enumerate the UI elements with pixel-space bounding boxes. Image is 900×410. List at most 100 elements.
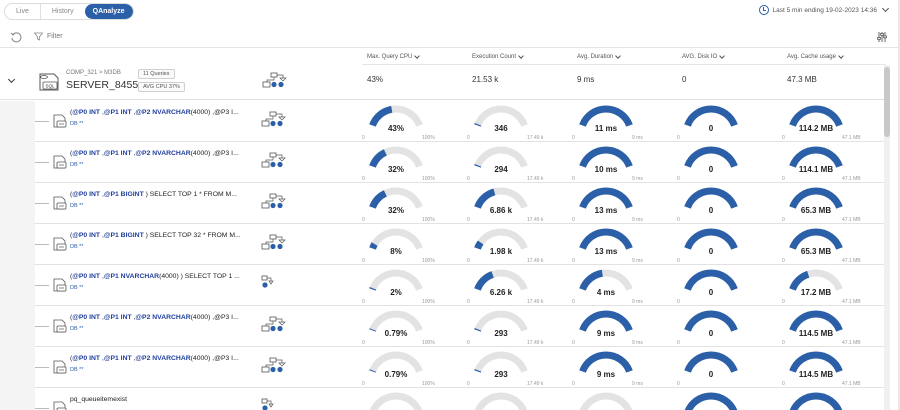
query-text[interactable]: (@P0 INT ,@P1 INT ,@P2 NVARCHAR(4000) ,@… xyxy=(70,314,239,321)
svg-text:SQL: SQL xyxy=(45,84,55,89)
tree-connector xyxy=(35,408,49,409)
query-plan-icon[interactable] xyxy=(261,316,287,334)
query-text[interactable]: (@P0 INT ,@P1 INT ,@P2 NVARCHAR(4000) ,@… xyxy=(70,150,239,157)
gauge-min: 0 xyxy=(467,258,470,264)
gauge-min: 0 xyxy=(677,176,680,182)
query-plan-icon[interactable] xyxy=(261,111,287,129)
query-text[interactable]: (@P0 INT ,@P1 INT ,@P2 NVARCHAR(4000) ,@… xyxy=(70,355,239,362)
duration-gauge: 9 ms 0 9 ms xyxy=(572,350,672,388)
gauge-value: 10 ms xyxy=(594,165,618,174)
query-text[interactable]: pq_queueitemexist xyxy=(70,396,127,403)
disk-io-gauge: 00 xyxy=(677,145,777,183)
gauge-value: 0 xyxy=(708,124,714,133)
query-plan-icon[interactable] xyxy=(261,357,287,375)
query-row[interactable]: (@P0 INT ,@P1 BIGINT ) SELECT TOP 1 * FR… xyxy=(35,183,884,224)
gauge-value: 1.98 k xyxy=(489,247,513,256)
gauge-max: 47.1 MB xyxy=(842,135,861,141)
query-text[interactable]: (@P0 INT ,@P1 BIGINT ) SELECT TOP 32 * F… xyxy=(70,232,241,239)
column-header-avg-disk-io[interactable]: AVG. Disk IO xyxy=(682,50,726,64)
time-range-picker[interactable]: Last 5 min ending 19-02-2023 14:36 xyxy=(758,4,890,15)
query-plan-icon[interactable] xyxy=(261,275,275,291)
gauge-fill xyxy=(579,146,633,168)
query-plan-icon[interactable] xyxy=(262,72,288,90)
gauge-fill xyxy=(684,146,738,168)
cache-gauge: 114.5 MB 0 47.1 MB xyxy=(782,309,882,347)
gauge-value: 114.5 MB xyxy=(798,370,834,379)
column-header-execution-count[interactable]: Execution Count xyxy=(472,50,524,64)
chevron-down-icon xyxy=(881,4,890,13)
server-path: COMP_321 > M3DB xyxy=(66,70,121,76)
exec-count-gauge: 293 0 17.49 k xyxy=(467,309,567,347)
query-row[interactable]: (@P0 INT ,@P1 INT ,@P2 NVARCHAR(4000) ,@… xyxy=(35,347,884,388)
cpu-gauge: 43% 0 100% xyxy=(362,104,462,142)
tab-live[interactable]: Live xyxy=(5,4,41,19)
gauge-value: 6.26 k xyxy=(489,288,513,297)
tree-connector xyxy=(35,121,49,122)
duration-gauge: 9 ms 0 9 ms xyxy=(572,309,672,347)
tree-connector xyxy=(35,285,49,286)
query-plan-icon[interactable] xyxy=(261,193,287,211)
column-header-avg-cache-usage[interactable]: Avg. Cache usage xyxy=(787,50,844,64)
column-label: AVG. Disk IO xyxy=(682,54,718,60)
gauge-fill xyxy=(684,187,738,209)
column-header-max-query-cpu[interactable]: Max. Query CPU xyxy=(367,50,421,64)
cpu-gauge: 8% 0 100% xyxy=(362,227,462,265)
cache-gauge xyxy=(782,391,882,410)
cache-gauge: 17.2 MB 0 47.1 MB xyxy=(782,268,882,306)
gauge-min: 0 xyxy=(572,299,575,305)
query-plan-icon[interactable] xyxy=(261,152,287,170)
gauge-max: 9 ms xyxy=(632,258,643,264)
gauge-max: 9 ms xyxy=(632,135,643,141)
query-text[interactable]: (@P0 INT ,@P1 INT ,@P2 NVARCHAR(4000) ,@… xyxy=(70,109,239,116)
gauge-value: 32% xyxy=(387,165,404,174)
gauge-fill xyxy=(684,105,738,127)
gauge-min: 0 xyxy=(572,258,575,264)
query-row[interactable]: (@P0 INT ,@P1 INT ,@P2 NVARCHAR(4000) ,@… xyxy=(35,142,884,183)
query-db-label: DB ** xyxy=(70,367,84,373)
refresh-icon[interactable] xyxy=(10,31,23,44)
server-cpu: 43% xyxy=(367,75,384,84)
disk-io-gauge: 00 xyxy=(677,104,777,142)
gauge-value: 4 ms xyxy=(596,288,616,297)
query-row[interactable]: pq_queueitemexist xyxy=(35,388,884,410)
query-text[interactable]: (@P0 INT ,@P1 NVARCHAR(4000) ) SELECT TO… xyxy=(70,273,240,280)
query-row[interactable]: (@P0 INT ,@P1 NVARCHAR(4000) ) SELECT TO… xyxy=(35,265,884,306)
disk-io-gauge: 00 xyxy=(677,350,777,388)
chevron-down-icon[interactable] xyxy=(7,75,16,84)
gauge-max: 9 ms xyxy=(632,381,643,387)
gauge-min: 0 xyxy=(677,340,680,346)
scrollbar-thumb[interactable] xyxy=(884,67,890,137)
gauge-fill xyxy=(684,310,738,332)
query-plan-icon[interactable] xyxy=(261,398,275,410)
gauge-min: 0 xyxy=(362,258,365,264)
query-text[interactable]: (@P0 INT ,@P1 BIGINT ) SELECT TOP 1 * FR… xyxy=(70,191,237,198)
server-row[interactable]: SQL COMP_321 > M3DB SERVER_8455 11 Queri… xyxy=(0,65,884,100)
gauge-max: 17.49 k xyxy=(527,299,544,305)
cpu-gauge xyxy=(362,391,462,410)
gauge-min: 0 xyxy=(572,176,575,182)
exec-count-gauge xyxy=(467,391,567,410)
server-name: SERVER_8455 xyxy=(66,79,139,91)
column-header-avg-duration[interactable]: Avg. Duration xyxy=(577,50,622,64)
tab-history[interactable]: History xyxy=(41,4,85,19)
tab-qanalyze[interactable]: QAnalyze xyxy=(84,4,133,19)
sort-chevron-icon xyxy=(838,53,844,59)
query-icon xyxy=(53,237,67,251)
exec-count-gauge: 6.86 k 0 17.49 k xyxy=(467,186,567,224)
gauge-value: 346 xyxy=(494,124,508,133)
gauge-max: 9 ms xyxy=(632,299,643,305)
gauge-min: 0 xyxy=(467,340,470,346)
gauge-fill xyxy=(579,310,633,332)
gauge-value: 0 xyxy=(708,288,714,297)
gauge-min: 0 xyxy=(782,340,785,346)
query-plan-icon[interactable] xyxy=(261,234,287,252)
gauge-value: 65.3 MB xyxy=(800,206,832,215)
query-row[interactable]: (@P0 INT ,@P1 BIGINT ) SELECT TOP 32 * F… xyxy=(35,224,884,265)
query-row[interactable]: (@P0 INT ,@P1 INT ,@P2 NVARCHAR(4000) ,@… xyxy=(35,101,884,142)
gauge-min: 0 xyxy=(782,381,785,387)
gauge-max: 100% xyxy=(422,258,435,264)
query-row[interactable]: (@P0 INT ,@P1 INT ,@P2 NVARCHAR(4000) ,@… xyxy=(35,306,884,347)
column-settings-icon[interactable] xyxy=(876,31,888,43)
filter-button[interactable]: Filter xyxy=(34,32,63,41)
gauge-min: 0 xyxy=(362,176,365,182)
